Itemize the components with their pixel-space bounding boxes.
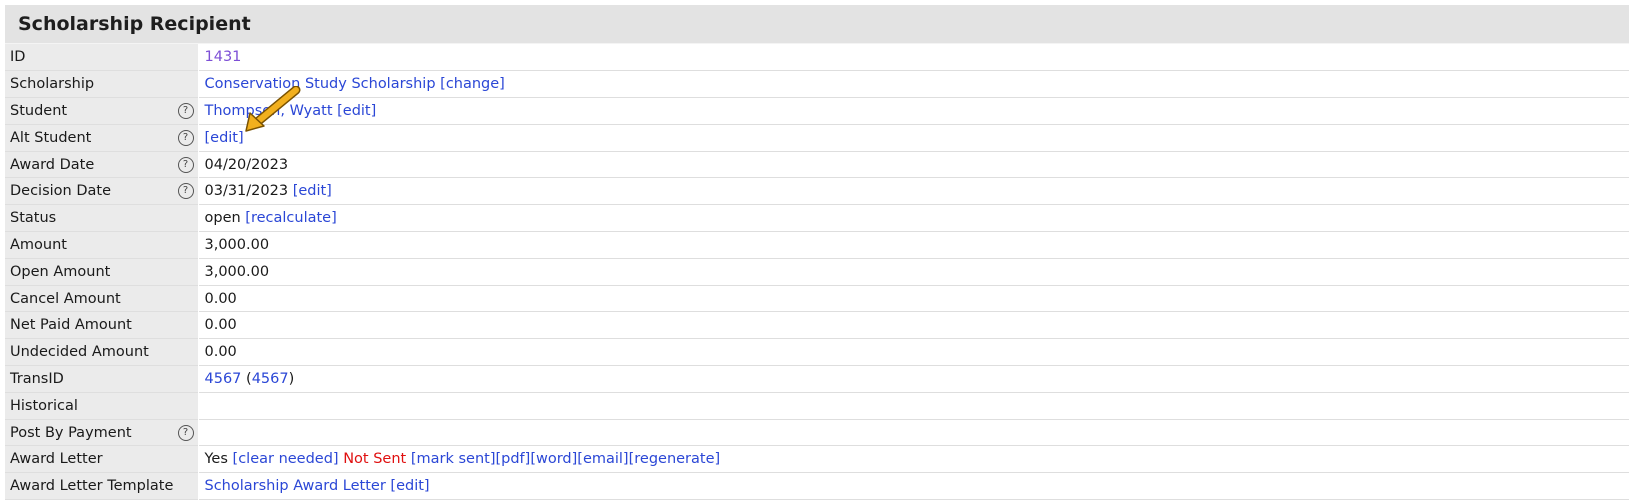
award-letter-template-link[interactable]: Scholarship Award Letter xyxy=(205,478,386,494)
row-award-letter: Award Letter Yes [clear needed] Not Sent… xyxy=(5,445,1629,473)
row-open-amount: Open Amount 3,000.00 xyxy=(5,258,1629,286)
label-net-paid-amount: Net Paid Amount xyxy=(5,311,199,339)
alt-student-edit-link[interactable]: [edit] xyxy=(205,130,244,146)
transid-close-paren: ) xyxy=(288,370,295,387)
label-post-by-payment: Post By Payment? xyxy=(5,419,199,446)
row-post-by-payment: Post By Payment? xyxy=(5,419,1629,446)
label-status: Status xyxy=(5,204,199,232)
value-post-by-payment xyxy=(198,419,1629,446)
label-decision-date: Decision Date? xyxy=(5,177,199,205)
transid-secondary-link[interactable]: 4567 xyxy=(252,371,289,387)
row-historical: Historical xyxy=(5,392,1629,420)
row-transid: TransID 4567 (4567) xyxy=(5,365,1629,393)
scholarship-recipient-panel: Scholarship Recipient ID 1431 Scholarshi… xyxy=(5,5,1629,500)
row-award-date: Award Date? 04/20/2023 xyxy=(5,151,1629,178)
email-link[interactable]: [email] xyxy=(577,451,628,467)
label-student-text: Student xyxy=(10,102,68,119)
value-status: open [recalculate] xyxy=(198,204,1629,232)
scholarship-change-link[interactable]: [change] xyxy=(440,76,505,92)
post-by-payment-help-icon[interactable]: ? xyxy=(177,424,194,441)
value-undecided-amount: 0.00 xyxy=(198,338,1629,366)
value-decision-date: 03/31/2023 [edit] xyxy=(198,177,1629,205)
scholarship-link[interactable]: Conservation Study Scholarship xyxy=(205,76,436,92)
status-recalculate-link[interactable]: [recalculate] xyxy=(245,210,336,226)
value-transid: 4567 (4567) xyxy=(198,365,1629,393)
panel-title: Scholarship Recipient xyxy=(5,5,1629,44)
value-alt-student: [edit] xyxy=(198,124,1629,152)
id-link[interactable]: 1431 xyxy=(205,49,242,65)
student-edit-link[interactable]: [edit] xyxy=(337,103,376,119)
label-id: ID xyxy=(5,44,199,71)
award-date-help-icon[interactable]: ? xyxy=(177,156,194,173)
value-award-letter-template: Scholarship Award Letter [edit] xyxy=(198,472,1629,500)
decision-date-help-icon[interactable]: ? xyxy=(177,183,194,200)
row-student: Student? Thompson, Wyatt [edit] xyxy=(5,97,1629,125)
pdf-link[interactable]: [pdf] xyxy=(495,451,530,467)
alt-student-help-icon[interactable]: ? xyxy=(177,129,194,146)
details-table: ID 1431 Scholarship Conservation Study S… xyxy=(5,44,1629,500)
decision-date-edit-link[interactable]: [edit] xyxy=(293,183,332,199)
student-link[interactable]: Thompson, Wyatt xyxy=(205,103,333,119)
row-undecided-amount: Undecided Amount 0.00 xyxy=(5,338,1629,366)
row-amount: Amount 3,000.00 xyxy=(5,231,1629,259)
value-open-amount: 3,000.00 xyxy=(198,258,1629,286)
decision-date-value: 03/31/2023 xyxy=(204,183,289,200)
label-historical: Historical xyxy=(5,392,199,420)
status-value: open xyxy=(204,210,241,227)
row-status: Status open [recalculate] xyxy=(5,204,1629,232)
value-student: Thompson, Wyatt [edit] xyxy=(198,97,1629,125)
value-award-letter: Yes [clear needed] Not Sent [mark sent][… xyxy=(198,445,1629,473)
value-historical xyxy=(198,392,1629,420)
row-id: ID 1431 xyxy=(5,44,1629,71)
label-amount: Amount xyxy=(5,231,199,259)
award-letter-template-edit-link[interactable]: [edit] xyxy=(390,478,429,494)
value-net-paid-amount: 0.00 xyxy=(198,311,1629,339)
row-alt-student: Alt Student? [edit] xyxy=(5,124,1629,152)
value-id: 1431 xyxy=(198,44,1629,71)
label-undecided-amount: Undecided Amount xyxy=(5,338,199,366)
label-alt-student-text: Alt Student xyxy=(10,129,92,146)
label-award-letter-template: Award Letter Template xyxy=(5,472,199,500)
label-award-date: Award Date? xyxy=(5,151,199,178)
word-link[interactable]: [word] xyxy=(530,451,577,467)
not-sent-status: Not Sent xyxy=(343,451,407,468)
label-open-amount: Open Amount xyxy=(5,258,199,286)
label-scholarship: Scholarship xyxy=(5,70,199,98)
label-alt-student: Alt Student? xyxy=(5,124,199,152)
label-post-by-payment-text: Post By Payment xyxy=(10,424,132,441)
transid-link[interactable]: 4567 xyxy=(205,371,242,387)
row-cancel-amount: Cancel Amount 0.00 xyxy=(5,285,1629,312)
value-cancel-amount: 0.00 xyxy=(198,285,1629,312)
mark-sent-link[interactable]: [mark sent] xyxy=(411,451,496,467)
label-student: Student? xyxy=(5,97,199,125)
row-scholarship: Scholarship Conservation Study Scholarsh… xyxy=(5,70,1629,98)
label-cancel-amount: Cancel Amount xyxy=(5,285,199,312)
award-letter-value: Yes xyxy=(204,451,228,468)
value-award-date: 04/20/2023 xyxy=(198,151,1629,178)
label-award-letter: Award Letter xyxy=(5,445,199,473)
label-award-date-text: Award Date xyxy=(10,156,95,173)
row-decision-date: Decision Date? 03/31/2023 [edit] xyxy=(5,177,1629,205)
student-help-icon[interactable]: ? xyxy=(177,102,194,119)
label-decision-date-text: Decision Date xyxy=(10,183,111,200)
label-transid: TransID xyxy=(5,365,199,393)
row-award-letter-template: Award Letter Template Scholarship Award … xyxy=(5,472,1629,500)
regenerate-link[interactable]: [regenerate] xyxy=(629,451,721,467)
value-amount: 3,000.00 xyxy=(198,231,1629,259)
clear-needed-link[interactable]: [clear needed] xyxy=(233,451,339,467)
value-scholarship: Conservation Study Scholarship [change] xyxy=(198,70,1629,98)
row-net-paid-amount: Net Paid Amount 0.00 xyxy=(5,311,1629,339)
